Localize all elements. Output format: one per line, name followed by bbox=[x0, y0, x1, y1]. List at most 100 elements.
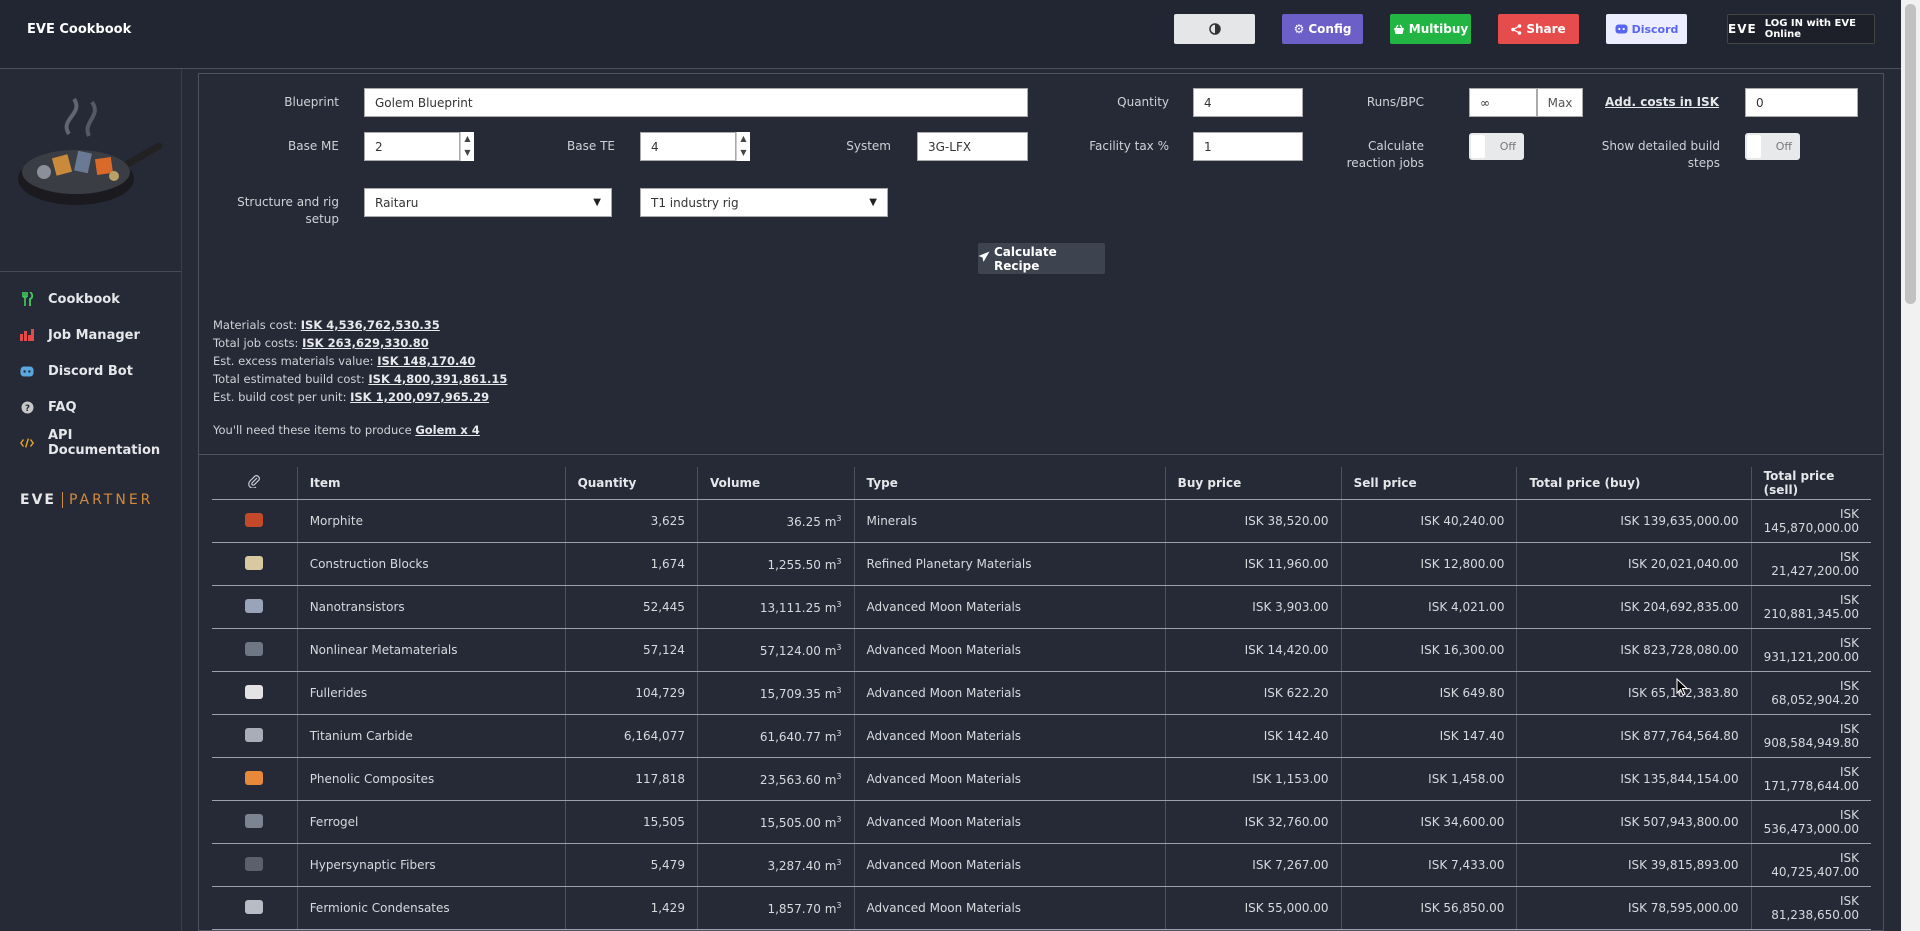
sidebar-item-discord-bot[interactable]: Discord Bot bbox=[20, 361, 133, 381]
code-icon bbox=[20, 436, 34, 450]
theme-toggle-button[interactable] bbox=[1174, 14, 1255, 44]
cookbook-logo[interactable] bbox=[14, 94, 164, 224]
total-build-cost-value[interactable]: ISK 4,800,391,861.15 bbox=[368, 372, 507, 386]
add-costs-label[interactable]: Add. costs in ISK bbox=[1599, 94, 1719, 111]
add-costs-input[interactable] bbox=[1745, 88, 1858, 117]
item-total-sell: ISK 145,870,000.00 bbox=[1750, 499, 1871, 543]
col-total-sell[interactable]: Total price (sell) bbox=[1750, 467, 1871, 500]
item-name[interactable]: Phenolic Composites bbox=[296, 757, 566, 801]
detailed-steps-toggle[interactable]: Off bbox=[1745, 133, 1800, 160]
page-scrollbar[interactable] bbox=[1901, 0, 1920, 931]
table-row[interactable]: Hypersynaptic Fibers 5,479 3,287.40 m3 Adva… bbox=[212, 843, 1871, 887]
item-name[interactable]: Nanotransistors bbox=[296, 585, 566, 629]
materials-cost-value[interactable]: ISK 4,536,762,530.35 bbox=[301, 318, 440, 332]
facility-tax-input[interactable] bbox=[1193, 132, 1303, 161]
item-name[interactable]: Fullerides bbox=[296, 671, 566, 715]
product-link[interactable]: Golem x 4 bbox=[415, 423, 480, 437]
item-thumbnail[interactable] bbox=[212, 499, 298, 543]
col-item[interactable]: Item bbox=[296, 467, 566, 500]
sidebar-item-job-manager[interactable]: Job Manager bbox=[20, 325, 140, 345]
item-icon bbox=[245, 813, 264, 828]
base-te-label: Base TE bbox=[567, 139, 615, 153]
sidebar-item-cookbook[interactable]: Cookbook bbox=[20, 289, 120, 309]
item-thumbnail[interactable] bbox=[212, 843, 298, 887]
item-name[interactable]: Morphite bbox=[296, 499, 566, 543]
table-row[interactable]: Nanotransistors 52,445 13,111.25 m3 Advance… bbox=[212, 585, 1871, 629]
quantity-input[interactable] bbox=[1193, 88, 1303, 117]
item-type: Advanced Moon Materials bbox=[853, 714, 1166, 758]
item-total-sell: ISK 81,238,650.00 bbox=[1750, 886, 1871, 930]
item-total-buy: ISK 507,943,800.00 bbox=[1516, 800, 1752, 844]
multibuy-button[interactable]: Multibuy bbox=[1390, 14, 1471, 44]
base-me-stepper[interactable]: ▲ ▼ bbox=[460, 132, 474, 161]
rig-select[interactable]: T1 industry rig ▼ bbox=[640, 188, 888, 217]
table-row[interactable]: Construction Blocks 1,674 1,255.50 m3 Refin… bbox=[212, 542, 1871, 586]
item-total-buy: ISK 78,595,000.00 bbox=[1516, 886, 1752, 930]
item-quantity: 57,124 bbox=[564, 628, 698, 672]
sidebar-item-faq[interactable]: ? FAQ bbox=[20, 397, 77, 417]
item-total-sell: ISK 171,778,644.00 bbox=[1750, 757, 1871, 801]
item-name[interactable]: Fermionic Condensates bbox=[296, 886, 566, 930]
eve-login-button[interactable]: EVE LOG IN with EVE Online bbox=[1727, 14, 1875, 44]
table-row[interactable]: Nonlinear Metamaterials 57,124 57,124.00 m… bbox=[212, 628, 1871, 672]
item-buy-price: ISK 142.40 bbox=[1164, 714, 1342, 758]
sidebar-item-api-documentation[interactable]: API Documentation bbox=[20, 428, 181, 458]
item-name[interactable]: Hypersynaptic Fibers bbox=[296, 843, 566, 887]
job-costs-value[interactable]: ISK 263,629,330.80 bbox=[302, 336, 429, 350]
item-thumbnail[interactable] bbox=[212, 585, 298, 629]
base-me-input[interactable] bbox=[364, 132, 460, 161]
table-row[interactable]: Fermionic Condensates 1,429 1,857.70 m3 Adv… bbox=[212, 886, 1871, 930]
config-button[interactable]: ⚙ Config bbox=[1282, 14, 1363, 44]
item-thumbnail[interactable] bbox=[212, 757, 298, 801]
item-name[interactable]: Titanium Carbide bbox=[296, 714, 566, 758]
col-type[interactable]: Type bbox=[853, 467, 1166, 500]
table-row[interactable]: Ferrogel 15,505 15,505.00 m3 Advanced Moon … bbox=[212, 800, 1871, 844]
item-thumbnail[interactable] bbox=[212, 800, 298, 844]
app-title[interactable]: EVE Cookbook bbox=[27, 22, 131, 37]
col-sell-price[interactable]: Sell price bbox=[1340, 467, 1517, 500]
table-row[interactable]: Phenolic Composites 117,818 23,563.60 m3 Ad… bbox=[212, 757, 1871, 801]
eve-logo: EVE bbox=[1728, 22, 1757, 36]
structure-select[interactable]: Raitaru ▼ bbox=[364, 188, 612, 217]
item-name[interactable]: Construction Blocks bbox=[296, 542, 566, 586]
paper-plane-icon bbox=[978, 251, 990, 266]
paperclip-column-header[interactable] bbox=[212, 467, 298, 500]
item-total-buy: ISK 823,728,080.00 bbox=[1516, 628, 1752, 672]
item-quantity: 52,445 bbox=[564, 585, 698, 629]
system-input[interactable] bbox=[917, 132, 1028, 161]
item-thumbnail[interactable] bbox=[212, 542, 298, 586]
base-te-input[interactable] bbox=[640, 132, 736, 161]
item-thumbnail[interactable] bbox=[212, 714, 298, 758]
table-row[interactable]: Fullerides 104,729 15,709.35 m3 Advanced Mo… bbox=[212, 671, 1871, 715]
table-row[interactable]: Morphite 3,625 36.25 m3 Minerals ISK 38,520.… bbox=[212, 499, 1871, 543]
item-thumbnail[interactable] bbox=[212, 628, 298, 672]
reaction-jobs-toggle[interactable]: Off bbox=[1469, 133, 1524, 160]
item-volume: 3,287.40 m3 bbox=[696, 843, 855, 887]
facility-tax-label: Facility tax % bbox=[1089, 139, 1169, 153]
share-button[interactable]: Share bbox=[1498, 14, 1579, 44]
item-name[interactable]: Nonlinear Metamaterials bbox=[296, 628, 566, 672]
item-icon bbox=[245, 770, 264, 785]
col-buy-price[interactable]: Buy price bbox=[1164, 467, 1342, 500]
discord-button[interactable]: Discord bbox=[1606, 14, 1687, 44]
excess-materials-value[interactable]: ISK 148,170.40 bbox=[377, 354, 475, 368]
item-name[interactable]: Ferrogel bbox=[296, 800, 566, 844]
col-total-buy[interactable]: Total price (buy) bbox=[1516, 467, 1752, 500]
item-volume: 61,640.77 m3 bbox=[696, 714, 855, 758]
item-thumbnail[interactable] bbox=[212, 886, 298, 930]
item-icon bbox=[245, 555, 264, 570]
max-runs-button[interactable]: Max bbox=[1537, 88, 1583, 117]
item-total-sell: ISK 210,881,345.00 bbox=[1750, 585, 1871, 629]
item-thumbnail[interactable] bbox=[212, 671, 298, 715]
col-quantity[interactable]: Quantity bbox=[564, 467, 698, 500]
calculate-recipe-button[interactable]: Calculate Recipe bbox=[978, 243, 1105, 274]
item-quantity: 6,164,077 bbox=[564, 714, 698, 758]
table-row[interactable]: Titanium Carbide 6,164,077 61,640.77 m3 Adv… bbox=[212, 714, 1871, 758]
unit-build-cost-value[interactable]: ISK 1,200,097,965.29 bbox=[350, 390, 489, 404]
blueprint-input[interactable] bbox=[364, 88, 1028, 117]
base-te-stepper[interactable]: ▲ ▼ bbox=[736, 132, 750, 161]
col-volume[interactable]: Volume bbox=[696, 467, 855, 500]
item-buy-price: ISK 38,520.00 bbox=[1164, 499, 1342, 543]
item-buy-price: ISK 14,420.00 bbox=[1164, 628, 1342, 672]
runs-input[interactable] bbox=[1469, 88, 1537, 117]
